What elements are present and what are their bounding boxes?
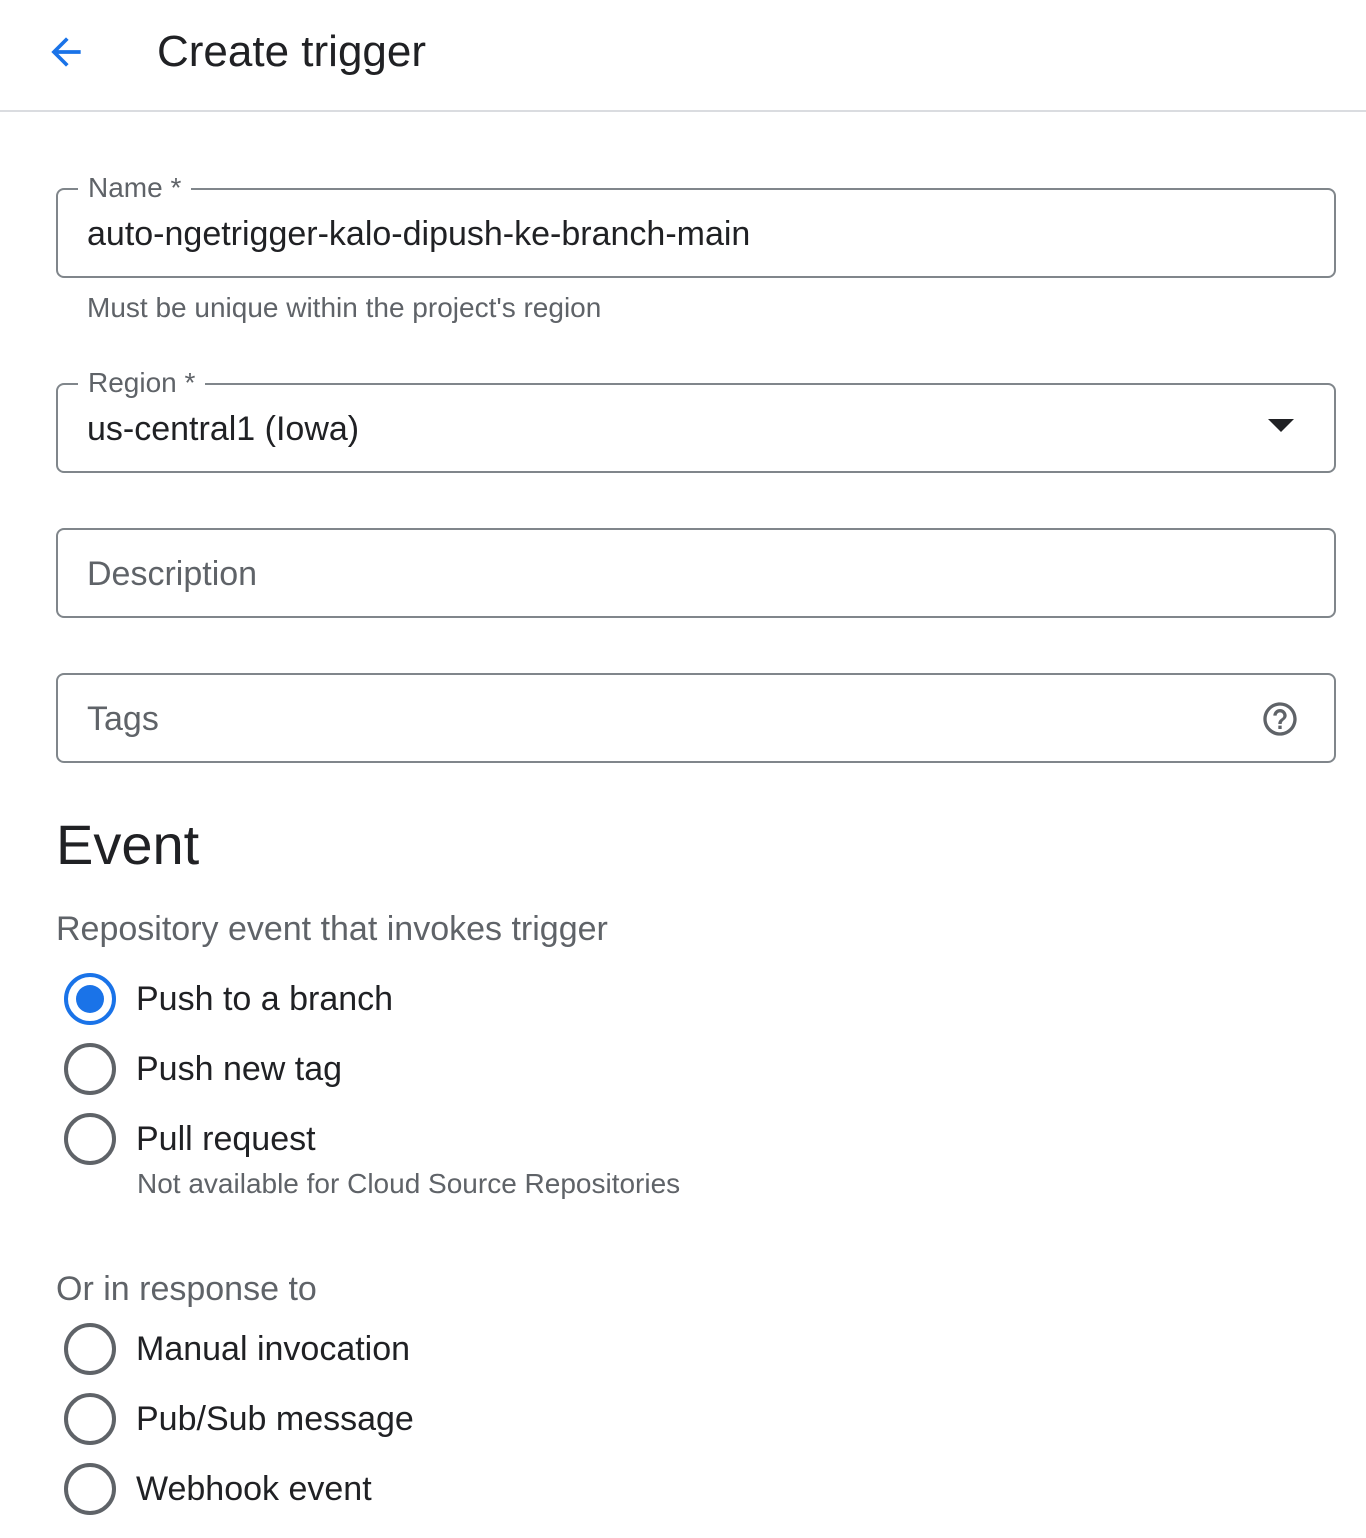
help-circle-icon[interactable] [1260, 699, 1300, 739]
page-header: Create trigger [0, 0, 1366, 112]
radio-label: Pull request [136, 1120, 316, 1158]
dropdown-arrow-icon[interactable] [1268, 419, 1294, 432]
description-field[interactable]: Description [56, 528, 1336, 618]
name-field[interactable]: Name * auto-ngetrigger-kalo-dipush-ke-br… [56, 172, 1336, 278]
radio-label: Webhook event [136, 1470, 372, 1508]
radio-label: Push new tag [136, 1050, 343, 1088]
other-event-heading: Or in response to [56, 1270, 317, 1308]
radio-button[interactable] [64, 1463, 116, 1515]
radio-label: Push to a branch [136, 980, 394, 1018]
description-placeholder: Description [87, 555, 258, 593]
radio-push-new-tag[interactable]: Push new tag [64, 1042, 342, 1096]
pull-request-hint: Not available for Cloud Source Repositor… [137, 1168, 681, 1199]
event-section-title: Event [56, 813, 200, 876]
region-select[interactable]: Region * us-central1 (Iowa) [56, 367, 1336, 473]
name-field-value[interactable]: auto-ngetrigger-kalo-dipush-ke-branch-ma… [87, 214, 750, 254]
radio-button-checked[interactable] [64, 973, 116, 1025]
radio-label: Pub/Sub message [136, 1400, 414, 1438]
arrow-back-icon [51, 37, 81, 67]
name-field-hint: Must be unique within the project's regi… [87, 292, 602, 323]
name-field-label: Name * [78, 172, 192, 204]
region-select-value: us-central1 (Iowa) [87, 410, 360, 448]
radio-button[interactable] [64, 1323, 116, 1375]
tags-field[interactable]: Tags [56, 673, 1336, 763]
page-title: Create trigger [157, 27, 427, 76]
region-select-label: Region * [78, 367, 206, 399]
radio-pubsub-message[interactable]: Pub/Sub message [64, 1392, 414, 1446]
radio-label: Manual invocation [136, 1330, 411, 1368]
radio-webhook-event[interactable]: Webhook event [64, 1462, 372, 1516]
radio-button[interactable] [64, 1113, 116, 1165]
radio-push-to-branch[interactable]: Push to a branch [64, 972, 393, 1026]
radio-manual-invocation[interactable]: Manual invocation [64, 1322, 410, 1376]
tags-placeholder: Tags [87, 700, 159, 738]
radio-pull-request[interactable]: Pull request [64, 1112, 316, 1166]
back-button[interactable] [38, 24, 94, 80]
radio-button[interactable] [64, 1043, 116, 1095]
radio-button[interactable] [64, 1393, 116, 1445]
repo-event-heading: Repository event that invokes trigger [56, 910, 608, 948]
